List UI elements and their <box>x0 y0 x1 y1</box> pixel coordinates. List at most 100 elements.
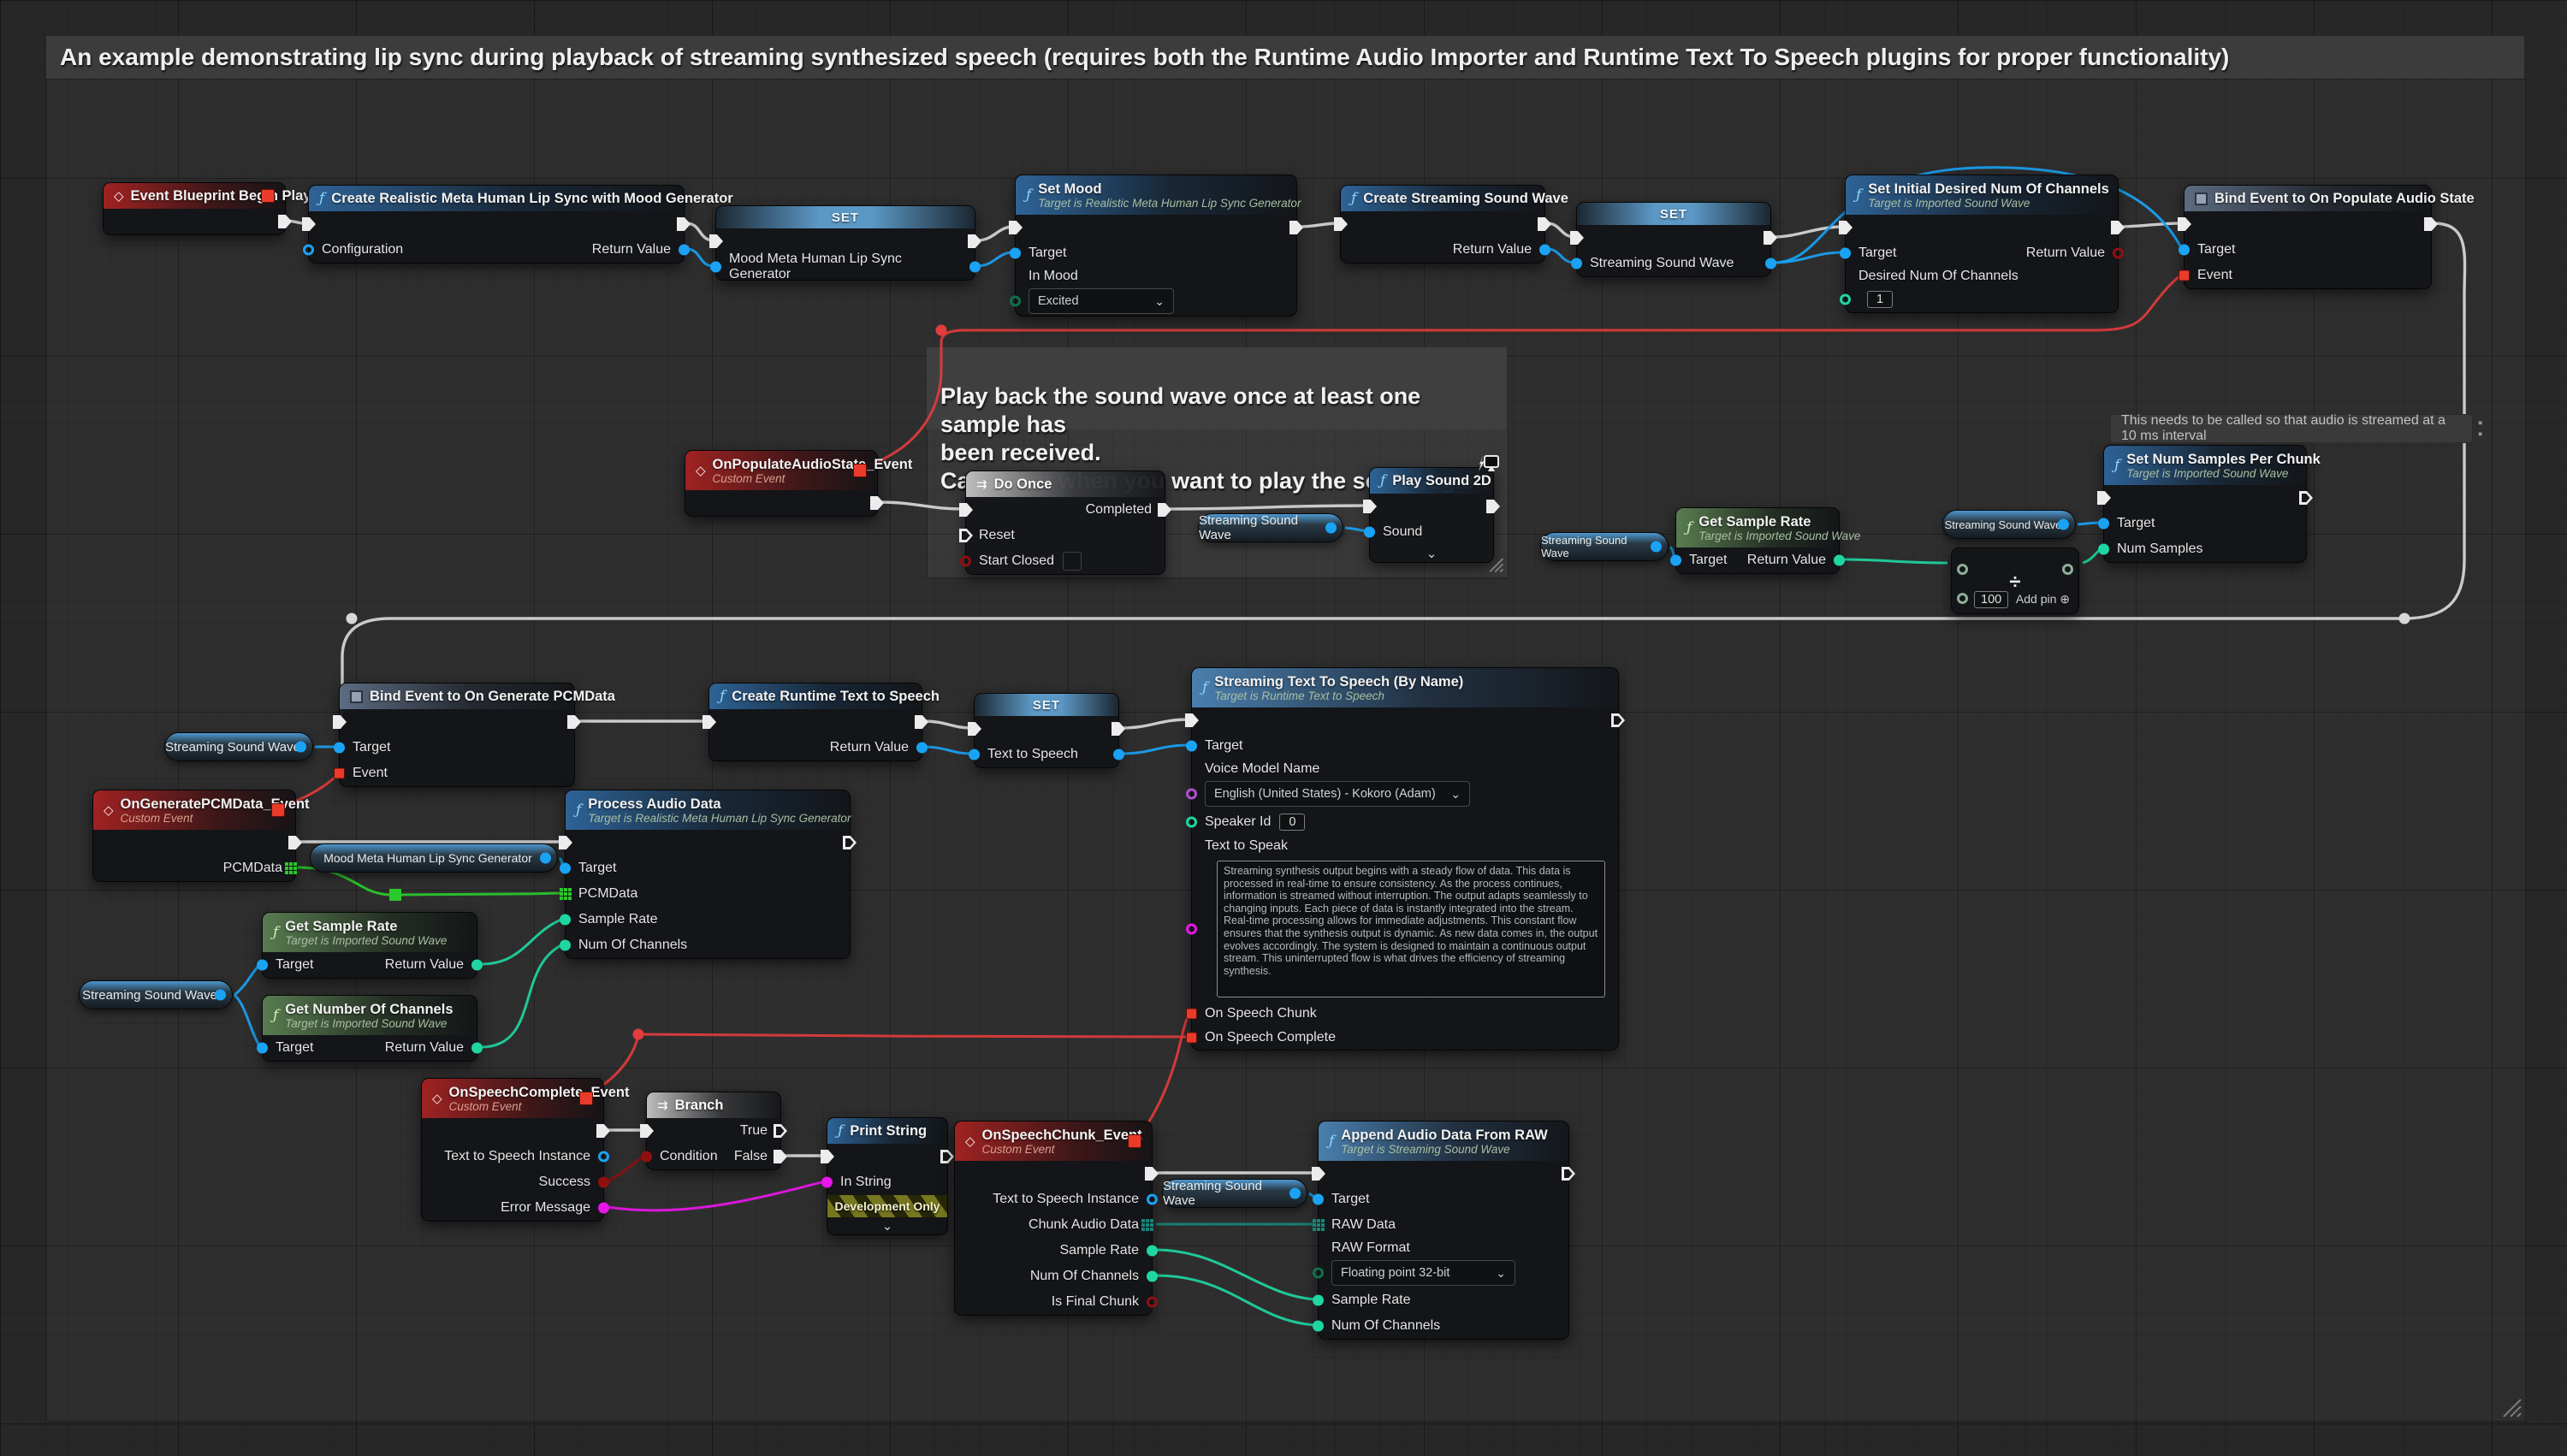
on-speech-complete-pin[interactable] <box>1186 1033 1197 1044</box>
streaming-tts-by-name-in-3-pin[interactable] <box>1186 789 1197 800</box>
raw-data-pin[interactable] <box>1313 1219 1316 1222</box>
branch-in-0-pin[interactable] <box>640 1124 654 1138</box>
set-mood-in-3-pin[interactable] <box>1010 296 1021 307</box>
set-mood-node[interactable]: ƒSet MoodTarget is Realistic Meta Human … <box>1015 175 1297 317</box>
branch-header[interactable]: ⇉Branch <box>647 1092 780 1118</box>
condition-pin[interactable] <box>641 1151 652 1163</box>
success-pin[interactable] <box>598 1177 609 1188</box>
add-pin-button[interactable]: Add pin ⊕ <box>2016 592 2070 607</box>
create-runtime-tts-in-0-pin[interactable] <box>703 715 716 729</box>
pill-ssw-4-output-pin[interactable] <box>295 742 306 753</box>
target-pin[interactable] <box>257 960 268 971</box>
num-of-channels-pin[interactable] <box>1147 1271 1158 1282</box>
print-string-node[interactable]: ƒPrint StringIn StringDevelopment Only⌄ <box>827 1117 948 1235</box>
target-pin[interactable] <box>257 1043 268 1054</box>
return-value-pin[interactable] <box>471 960 483 971</box>
target-pin[interactable] <box>1840 248 1851 259</box>
inner-comment-resize-handle[interactable] <box>1487 556 1504 573</box>
get-sample-rate-1-node[interactable]: ƒGet Sample RateTarget is Imported Sound… <box>1675 507 1840 574</box>
text-to-speech-instance-pin[interactable] <box>1147 1194 1158 1205</box>
set-mood-header[interactable]: ƒSet MoodTarget is Realistic Meta Human … <box>1016 175 1296 215</box>
on-speech-chunk-pin[interactable] <box>1186 1009 1197 1020</box>
process-audio-data-node[interactable]: ƒProcess Audio DataTarget is Realistic M… <box>565 790 851 959</box>
pill-ssw-2-output-pin[interactable] <box>1651 542 1662 553</box>
configuration-pin[interactable] <box>303 245 314 256</box>
set-mood-dropdown[interactable]: Excited⌄ <box>1029 288 1174 314</box>
target-pin[interactable] <box>2179 245 2190 256</box>
append-audio-data-from-raw-node[interactable]: ƒAppend Audio Data From RAWTarget is Str… <box>1318 1121 1569 1340</box>
streaming-sound-wave-pin[interactable] <box>1571 258 1582 269</box>
target-pin[interactable] <box>2098 518 2109 530</box>
streaming-tts-by-name-value-box[interactable]: 0 <box>1279 814 1305 831</box>
set-num-samples-per-chunk-node[interactable]: ƒSet Num Samples Per ChunkTarget is Impo… <box>2103 445 2307 563</box>
return-value-pin[interactable] <box>1539 245 1550 256</box>
text-to-speech-instance-pin[interactable] <box>598 1151 609 1163</box>
event-pin[interactable] <box>2179 270 2190 281</box>
note-bubble[interactable]: This needs to be called so that audio is… <box>2110 414 2473 443</box>
on-speech-chunk-event-node[interactable]: ◇OnSpeechChunk_EventCustom EventText to … <box>954 1121 1153 1316</box>
pill-mood-gen-output-pin[interactable] <box>540 853 551 864</box>
begin-play-header[interactable]: ◇Event Blueprint Begin Play <box>104 183 285 209</box>
return-value-pin[interactable] <box>916 743 928 754</box>
set-streaming-sound-wave-var-node[interactable]: SETStreaming Sound Wave <box>1576 202 1771 277</box>
pcmdata-pin[interactable] <box>285 862 288 866</box>
pill-ssw-5-output-pin[interactable] <box>215 990 226 1001</box>
pill-ssw-3[interactable]: Streaming Sound Wave <box>1942 510 2076 539</box>
start-closed-checkbox[interactable] <box>1063 552 1082 571</box>
process-audio-data-header[interactable]: ƒProcess Audio DataTarget is Realistic M… <box>566 790 850 830</box>
sample-rate-pin[interactable] <box>1147 1246 1158 1257</box>
set-initial-num-channels-header[interactable]: ƒSet Initial Desired Num Of ChannelsTarg… <box>1846 175 2118 215</box>
pill-ssw-6[interactable]: Streaming Sound Wave <box>1162 1179 1307 1208</box>
append-audio-data-from-raw-header[interactable]: ƒAppend Audio Data From RAWTarget is Str… <box>1319 1122 1568 1161</box>
set-text-to-speech-var-header[interactable]: SET <box>975 694 1118 716</box>
on-populate-audio-state-event-node[interactable]: ◇OnPopulateAudioState_EventCustom Event <box>685 450 878 517</box>
set-streaming-sound-wave-var-header[interactable]: SET <box>1577 203 1770 225</box>
num-of-channels-pin[interactable] <box>560 940 571 951</box>
streaming-tts-by-name-dropdown[interactable]: English (United States) - Kokoro (Adam)⌄ <box>1205 781 1470 807</box>
set-num-samples-per-chunk-in-0-pin[interactable] <box>2097 491 2111 505</box>
bind-on-populate-audio-state-in-0-pin[interactable] <box>2178 217 2191 231</box>
target-pin[interactable] <box>334 743 345 754</box>
get-sample-rate-2-node[interactable]: ƒGet Sample RateTarget is Imported Sound… <box>262 912 477 979</box>
set-text-to-speech-var-node[interactable]: SETText to Speech <box>974 693 1119 768</box>
set-initial-num-channels-value-box[interactable]: 1 <box>1867 291 1893 308</box>
play-sound-2d-in-0-pin[interactable] <box>1363 500 1377 513</box>
delegate-pin[interactable] <box>271 803 285 817</box>
outer-comment-header[interactable]: An example demonstrating lip sync during… <box>46 36 2524 79</box>
speaker-id-pin[interactable] <box>1186 817 1197 828</box>
sample-rate-pin[interactable] <box>1313 1295 1324 1306</box>
return-value-pin[interactable] <box>1834 555 1845 566</box>
set-streaming-sound-wave-var-out-1-pin[interactable] <box>1765 258 1776 269</box>
get-sample-rate-1-header[interactable]: ƒGet Sample RateTarget is Imported Sound… <box>1676 508 1839 547</box>
delegate-pin[interactable] <box>853 464 867 477</box>
streaming-tts-by-name-header[interactable]: ƒStreaming Text To Speech (By Name)Targe… <box>1192 668 1618 707</box>
return-value-pin[interactable] <box>2113 248 2124 259</box>
sample-rate-pin[interactable] <box>560 914 571 926</box>
sound-pin[interactable] <box>1364 527 1375 538</box>
pill-ssw-5[interactable]: Streaming Sound Wave <box>79 980 233 1009</box>
create-runtime-tts-header[interactable]: ƒCreate Runtime Text to Speech <box>709 684 922 709</box>
on-speech-chunk-event-header[interactable]: ◇OnSpeechChunk_EventCustom Event <box>955 1122 1152 1161</box>
on-generate-pcmdata-event-header[interactable]: ◇OnGeneratePCMData_EventCustom Event <box>93 790 295 830</box>
target-pin[interactable] <box>560 863 571 874</box>
streaming-tts-by-name-in-6-pin[interactable] <box>1186 924 1197 935</box>
text-to-speak-input[interactable]: Streaming synthesis output begins with a… <box>1217 861 1605 997</box>
text-to-speech-pin[interactable] <box>969 749 980 761</box>
create-streaming-sound-wave-header[interactable]: ƒCreate Streaming Sound Wave <box>1341 186 1544 211</box>
pill-ssw-1-output-pin[interactable] <box>1325 523 1337 534</box>
get-sample-rate-2-header[interactable]: ƒGet Sample RateTarget is Imported Sound… <box>263 913 477 952</box>
mood-meta-human-lip-sync-generator-pin[interactable] <box>710 262 721 273</box>
append-audio-data-from-raw-in-4-pin[interactable] <box>1313 1268 1324 1279</box>
branch-node[interactable]: ⇉BranchTrueConditionFalse <box>646 1092 781 1170</box>
blueprint-canvas[interactable]: An example demonstrating lip sync during… <box>0 0 2567 1456</box>
pill-ssw-1[interactable]: Streaming Sound Wave <box>1198 513 1343 542</box>
do-once-in-0-pin[interactable] <box>959 503 973 517</box>
num-of-channels-pin[interactable] <box>1313 1321 1324 1332</box>
set-initial-num-channels-node[interactable]: ƒSet Initial Desired Num Of ChannelsTarg… <box>1845 175 2119 313</box>
create-streaming-sound-wave-in-0-pin[interactable] <box>1334 217 1348 231</box>
delegate-pin[interactable] <box>1128 1134 1141 1148</box>
bind-on-generate-pcmdata-in-0-pin[interactable] <box>333 715 347 729</box>
divide-input-b-pin[interactable] <box>1957 593 1968 604</box>
set-mood-generator-var-in-0-pin[interactable] <box>709 234 723 248</box>
on-speech-complete-event-node[interactable]: ◇OnSpeechComplete_EventCustom EventText … <box>421 1078 604 1222</box>
